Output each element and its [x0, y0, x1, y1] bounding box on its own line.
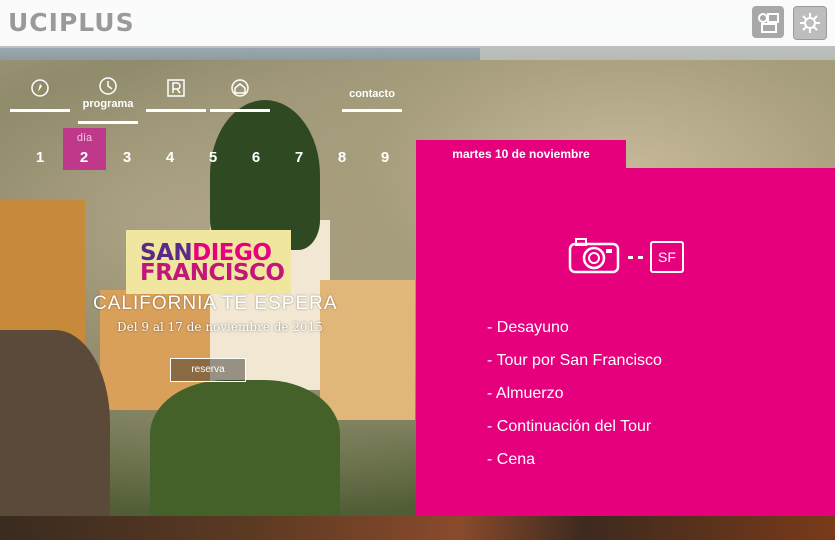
day-2[interactable]: 2	[74, 149, 94, 166]
bottom-photo-strip	[0, 516, 835, 540]
tree	[0, 330, 110, 516]
settings-button[interactable]	[793, 6, 827, 40]
day-6[interactable]: 6	[246, 149, 266, 166]
top-header: UCIPLUS	[0, 0, 835, 46]
nav-contacto[interactable]: contacto	[342, 78, 402, 112]
nav-underline	[342, 109, 402, 112]
nav-underline	[10, 109, 70, 112]
day-9[interactable]: 9	[375, 149, 395, 166]
clock-icon	[99, 77, 117, 95]
nav-hotel[interactable]	[146, 78, 206, 112]
hotel-r-icon	[167, 79, 185, 97]
home-icon	[231, 79, 249, 97]
promo-title-line2: FRANCISCO	[140, 260, 285, 286]
sf-badge: SF	[650, 241, 684, 273]
nav-label: programa	[82, 98, 134, 110]
compass-icon	[31, 79, 49, 97]
tree	[210, 100, 320, 250]
panel-icons: SF	[568, 236, 684, 276]
nav-explore[interactable]	[10, 78, 70, 112]
schedule-item: - Almuerzo	[487, 385, 564, 402]
day-7[interactable]: 7	[289, 149, 309, 166]
tree	[150, 380, 340, 516]
dash	[628, 256, 633, 259]
promo-dates: Del 9 al 17 de noviembre de 2015	[117, 320, 323, 334]
nav-underline	[78, 121, 138, 124]
profile-button[interactable]	[752, 6, 784, 38]
dash	[638, 256, 643, 259]
reserve-button[interactable]: reserva	[170, 358, 246, 382]
schedule-item: - Desayuno	[487, 319, 569, 336]
schedule-item: - Continuación del Tour	[487, 418, 652, 435]
camera-icon	[568, 238, 620, 274]
day-8[interactable]: 8	[332, 149, 352, 166]
nav-programa[interactable]: programa	[78, 76, 138, 124]
gear-icon	[800, 13, 820, 33]
day-1[interactable]: 1	[30, 149, 50, 166]
nav-home[interactable]	[210, 78, 270, 112]
day-4[interactable]: 4	[160, 149, 180, 166]
day-5[interactable]: 5	[203, 149, 223, 166]
uciplus-logo[interactable]: UCIPLUS	[8, 8, 135, 37]
nav-label: contacto	[349, 88, 395, 100]
schedule-item: - Tour por San Francisco	[487, 352, 662, 369]
day-caption: día	[76, 132, 93, 144]
user-card-icon	[758, 13, 779, 33]
schedule-list: - Desayuno - Tour por San Francisco - Al…	[487, 318, 662, 483]
schedule-item: - Cena	[487, 451, 536, 468]
promo-subtitle: CALIFORNIA TE ESPERA	[93, 293, 338, 314]
panel-date: martes 10 de noviembre	[452, 147, 590, 161]
nav-underline	[210, 109, 270, 112]
day-3[interactable]: 3	[117, 149, 137, 166]
nav-underline	[146, 109, 206, 112]
promo-logo: SANDIEGO FRANCISCO	[126, 230, 291, 294]
